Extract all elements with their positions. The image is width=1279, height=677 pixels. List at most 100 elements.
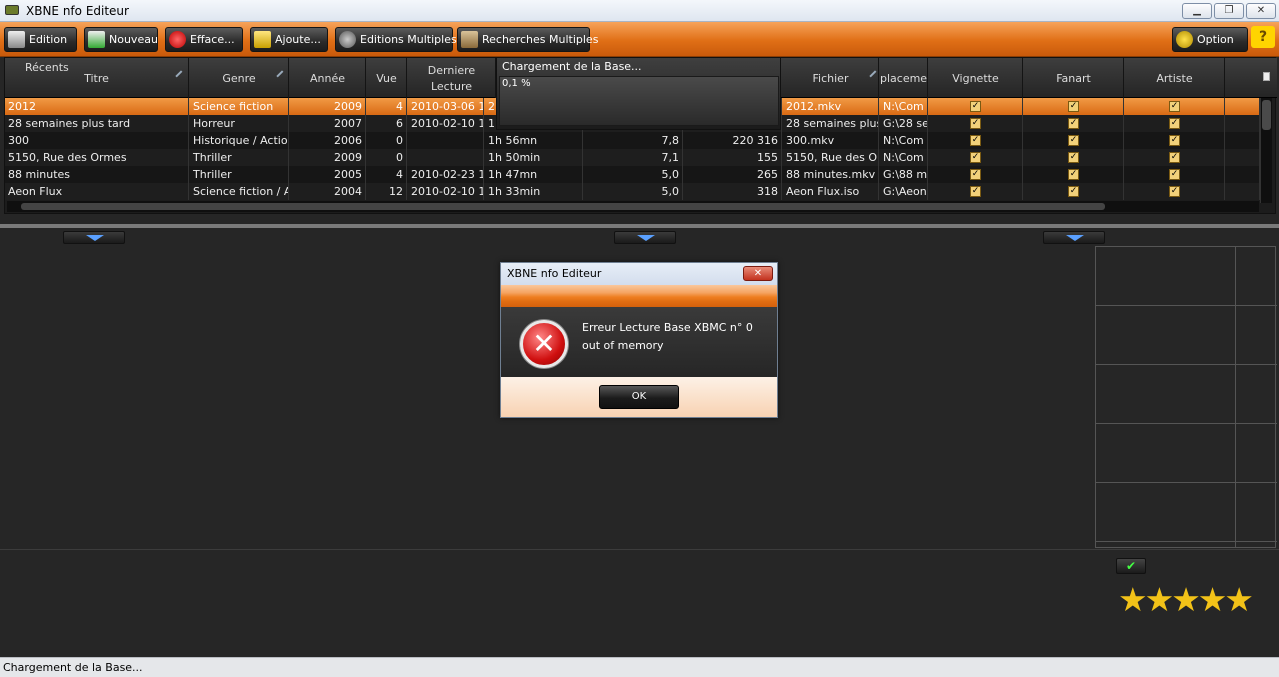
cell-note[interactable]: 5,0 (584, 183, 683, 200)
cell-titre[interactable]: 5150, Rue des Ormes (5, 149, 189, 166)
checkbox[interactable]: ✓ (1068, 135, 1079, 146)
cell-derniere[interactable]: 2010-03-06 13 (408, 98, 484, 115)
cell-fichier[interactable]: 28 semaines plus ta (783, 115, 879, 132)
cell-taille[interactable]: 265 (684, 166, 782, 183)
cell-titre[interactable]: 28 semaines plus tard (5, 115, 189, 132)
column-header-vignette[interactable]: Vignette (929, 58, 1023, 98)
column-header-fanart[interactable]: Fanart (1024, 58, 1124, 98)
column-header-annee[interactable]: Année (290, 58, 366, 98)
cell-fichier[interactable]: Aeon Flux.iso (783, 183, 879, 200)
cell-vue[interactable]: 4 (367, 98, 407, 115)
cell-vue[interactable]: 6 (367, 115, 407, 132)
checkbox[interactable]: ✓ (1169, 118, 1180, 129)
star-icon[interactable]: ★ (1198, 580, 1228, 619)
cell-fichier[interactable]: 88 minutes.mkv (783, 166, 879, 183)
collapse-center-button[interactable] (614, 231, 676, 244)
column-header-fichier[interactable]: Fichier (783, 58, 881, 98)
maximize-button[interactable]: ❐ (1214, 3, 1244, 19)
cell-duree[interactable]: 1h 47mn (485, 166, 583, 183)
column-header-genre[interactable]: Genre (190, 58, 289, 98)
cell-emplacement[interactable]: N:\Com (880, 98, 928, 115)
scroll-thumb[interactable] (21, 203, 1105, 210)
checkbox[interactable]: ✓ (1169, 101, 1180, 112)
checkbox[interactable]: ✓ (1068, 118, 1079, 129)
star-icon[interactable]: ★ (1171, 580, 1201, 619)
scroll-thumb[interactable] (1262, 100, 1271, 130)
ok-button[interactable]: OK (599, 385, 679, 409)
splitter[interactable] (0, 224, 1279, 228)
horizontal-scrollbar[interactable] (7, 201, 1259, 212)
cell-taille[interactable]: 155 (684, 149, 782, 166)
collapse-right-button[interactable] (1043, 231, 1105, 244)
cell-genre[interactable]: Historique / Action (190, 132, 289, 149)
star-icon[interactable]: ★ (1224, 580, 1254, 619)
collapse-left-button[interactable] (63, 231, 125, 244)
checkbox[interactable]: ✓ (1068, 152, 1079, 163)
column-header-vue[interactable]: Vue (367, 58, 407, 98)
editions-multiples-button[interactable]: Editions Multiples (335, 27, 457, 52)
column-header-artiste[interactable]: Artiste (1125, 58, 1225, 98)
cell-taille[interactable]: 318 (684, 183, 782, 200)
column-header-derniere-lecture[interactable]: Derniere Lecture (408, 58, 496, 98)
table-row[interactable]: 300 Historique / Action 2006 0 1h 56mn 7,8 220… (5, 132, 1260, 149)
checkbox[interactable]: ✓ (1169, 135, 1180, 146)
cell-derniere[interactable]: 2010-02-23 16 (408, 166, 484, 183)
star-icon[interactable]: ★ (1145, 580, 1175, 619)
cell-emplacement[interactable]: N:\Com (880, 132, 928, 149)
cell-note[interactable]: 5,0 (584, 166, 683, 183)
cell-taille[interactable]: 220 316 (684, 132, 782, 149)
cell-annee[interactable]: 2009 (290, 98, 366, 115)
rating-stars[interactable]: ★★★★★ (1118, 580, 1254, 619)
ajoute-button[interactable]: Ajoute... (250, 27, 328, 52)
checkbox[interactable]: ✓ (1169, 152, 1180, 163)
edition-button[interactable]: Edition (4, 27, 77, 52)
checkbox[interactable]: ✓ (970, 101, 981, 112)
checkbox[interactable]: ✓ (1068, 101, 1079, 112)
cell-fichier[interactable]: 2012.mkv (783, 98, 879, 115)
cell-duree[interactable]: 1h 50min (485, 149, 583, 166)
cell-emplacement[interactable]: N:\Com (880, 149, 928, 166)
cell-annee[interactable]: 2009 (290, 149, 366, 166)
cell-fichier[interactable]: 300.mkv (783, 132, 879, 149)
cell-vue[interactable]: 0 (367, 149, 407, 166)
cell-vue[interactable]: 4 (367, 166, 407, 183)
cell-titre[interactable]: 300 (5, 132, 189, 149)
cell-annee[interactable]: 2005 (290, 166, 366, 183)
checkbox[interactable]: ✓ (970, 152, 981, 163)
cell-derniere[interactable]: 2010-02-10 11 (408, 115, 484, 132)
dialog-close-button[interactable]: ✕ (743, 266, 773, 281)
cell-emplacement[interactable]: G:\28 se (880, 115, 928, 132)
star-icon[interactable]: ★ (1118, 580, 1148, 619)
column-header-emplacement[interactable]: placeme (880, 58, 928, 98)
table-row[interactable]: 5150, Rue des Ormes Thriller 2009 0 1h 50min… (5, 149, 1260, 166)
cell-note[interactable]: 7,8 (584, 132, 683, 149)
cell-derniere[interactable] (408, 149, 484, 166)
table-row[interactable]: 88 minutesThriller200542010-02-23 161h 4… (5, 166, 1260, 183)
cell-derniere[interactable]: 2010-02-10 16 (408, 183, 484, 200)
vertical-scrollbar[interactable] (1260, 98, 1272, 203)
checkbox[interactable]: ✓ (970, 169, 981, 180)
checkbox[interactable]: ✓ (1169, 169, 1180, 180)
table-row[interactable]: Aeon Flux Science fiction / Ac 2004 12 2010-… (5, 183, 1260, 200)
cell-duree[interactable]: 1h 56mn (485, 132, 583, 149)
cell-genre[interactable]: Science fiction / Ac (190, 183, 289, 200)
cell-derniere[interactable] (408, 132, 484, 149)
cell-annee[interactable]: 2006 (290, 132, 366, 149)
checkbox[interactable]: ✓ (970, 186, 981, 197)
nouveau-button[interactable]: Nouveau (84, 27, 158, 52)
cell-fichier[interactable]: 5150, Rue des Orme (783, 149, 879, 166)
checkbox[interactable]: ✓ (970, 135, 981, 146)
option-button[interactable]: Option (1172, 27, 1248, 52)
minimize-button[interactable]: ▁ (1182, 3, 1212, 19)
column-chooser-icon[interactable] (1263, 72, 1270, 81)
cell-annee[interactable]: 2007 (290, 115, 366, 132)
efface-button[interactable]: Efface... (165, 27, 243, 52)
close-window-button[interactable]: ✕ (1246, 3, 1276, 19)
cell-titre[interactable]: 2012 (5, 98, 189, 115)
checkbox[interactable]: ✓ (1068, 169, 1079, 180)
column-header-titre[interactable]: Récents Titre (5, 58, 189, 98)
cell-genre[interactable]: Thriller (190, 149, 289, 166)
cell-genre[interactable]: Science fiction (190, 98, 289, 115)
cell-titre[interactable]: 88 minutes (5, 166, 189, 183)
recherches-multiples-button[interactable]: Recherches Multiples (457, 27, 598, 52)
